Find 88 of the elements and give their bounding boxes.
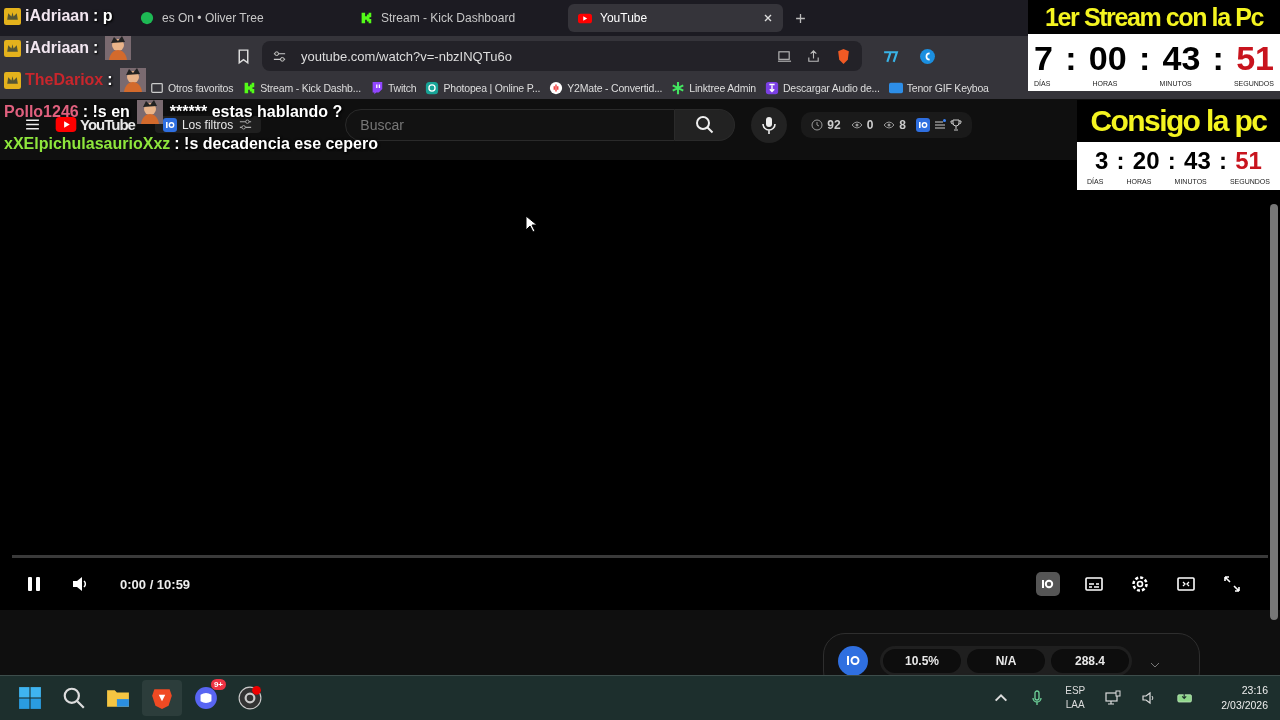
colon-separator: : — [1212, 38, 1224, 79]
bookmark[interactable]: Y2Mate - Convertid... — [549, 80, 663, 95]
countdown-value: 7 — [1034, 38, 1053, 79]
chat-message: : p — [93, 7, 113, 25]
iq-icon — [162, 117, 177, 132]
share-icon[interactable] — [806, 48, 821, 64]
bookmark[interactable]: Descargar Audio de... — [764, 80, 880, 95]
chat-username: xXElpichulasaurioXxz — [4, 135, 171, 153]
timer-title: Consigo la pc — [1089, 103, 1268, 139]
scrollbar[interactable] — [1270, 204, 1278, 620]
language-indicator[interactable]: ESP LAA — [1065, 684, 1086, 712]
sliders-icon — [238, 117, 254, 132]
bookmark[interactable]: Otros favoritos — [150, 80, 234, 95]
timer-title: 1er Stream con la Pc — [1044, 2, 1265, 33]
browser-tab[interactable]: es On • Oliver Tree — [130, 4, 345, 32]
iq-button[interactable] — [1036, 572, 1060, 596]
folder-icon — [150, 80, 164, 95]
browser-tab[interactable]: Stream - Kick Dashboard — [349, 4, 564, 32]
chat-username: Pollo1246 — [4, 103, 79, 121]
bookmark[interactable]: Tenor GIF Keyboa — [888, 80, 989, 95]
install-icon[interactable] — [777, 48, 792, 64]
bookmark[interactable]: Twitch — [369, 80, 417, 95]
subtitles-icon — [1084, 574, 1104, 594]
clock[interactable]: 23:16 2/03/2026 — [1221, 683, 1268, 713]
eye-icon — [883, 118, 896, 131]
youtube-icon — [578, 11, 592, 25]
chat-username: iAdriaan — [25, 7, 89, 25]
countdown-value: 00 — [1088, 38, 1127, 79]
colon-separator: : — [1065, 38, 1077, 79]
chat-username: TheDariox — [25, 71, 104, 89]
browser-tab[interactable]: YouTube — [568, 4, 783, 32]
countdown-value: 51 — [1235, 146, 1262, 176]
stat-count: 92 — [827, 117, 841, 132]
time-display: 0:00 / 10:59 — [120, 576, 191, 592]
plus-icon[interactable] — [795, 12, 806, 24]
colon-separator: : — [1116, 146, 1125, 176]
clock-icon — [811, 118, 824, 131]
address-bar[interactable]: youtube.com/watch?v=-nbzINQTu6o — [262, 41, 862, 71]
search-button[interactable] — [675, 108, 736, 141]
microphone-button[interactable] — [751, 106, 788, 143]
countdown-value: 51 — [1236, 38, 1274, 79]
iq-icon[interactable] — [838, 646, 868, 675]
countdown-value: 43 — [1162, 38, 1201, 79]
metric-pill: N/A — [967, 649, 1045, 673]
countdown-value: 20 — [1132, 146, 1160, 176]
menu-icon[interactable] — [24, 116, 41, 133]
youtube-icon — [55, 117, 77, 132]
list-icon[interactable] — [934, 118, 947, 131]
search-icon — [694, 114, 715, 135]
colon-separator: : — [1219, 146, 1227, 176]
bookmark[interactable]: Stream - Kick Dashb... — [242, 80, 361, 95]
settings-icon — [1130, 574, 1150, 594]
countdown-value: 3 — [1095, 146, 1109, 176]
eye-icon — [850, 118, 863, 131]
chat-app-icon[interactable] — [194, 686, 218, 710]
chevron-icon[interactable] — [1150, 662, 1160, 668]
countdown-value: 43 — [1184, 146, 1211, 176]
stat-count: 8 — [899, 117, 907, 132]
gif-icon — [888, 80, 903, 95]
metric-pill: 10.5% — [883, 649, 961, 673]
close-icon[interactable] — [763, 13, 773, 23]
network-icon[interactable] — [1105, 690, 1122, 706]
fullscreen-icon — [1222, 574, 1242, 594]
filter-button[interactable]: Los filtros — [154, 116, 262, 133]
chat-message: : — [107, 71, 113, 89]
stat-count: 0 — [866, 117, 874, 132]
bookmark[interactable]: Photopea | Online P... — [425, 80, 541, 95]
windows-icon[interactable] — [18, 686, 42, 710]
search-field[interactable]: Buscar — [345, 108, 676, 141]
shield-icon[interactable] — [835, 47, 852, 65]
colon-separator: : — [1138, 38, 1151, 79]
colon-separator: : — [1167, 146, 1176, 176]
recorder-icon[interactable] — [238, 686, 262, 710]
theater-icon — [1176, 574, 1196, 594]
cursor-icon — [525, 215, 537, 233]
trophy-icon[interactable] — [950, 118, 963, 131]
search-icon[interactable] — [62, 686, 86, 710]
notification-badge: 9+ — [210, 679, 226, 690]
chat-message: : — [93, 39, 99, 57]
music-icon — [140, 11, 154, 25]
asterisk-icon — [671, 80, 686, 95]
bookmark[interactable]: Linktree Admin — [671, 80, 756, 95]
extension-icon[interactable] — [919, 47, 936, 65]
chat-username: iAdriaan — [25, 39, 89, 57]
iq-icon[interactable] — [916, 117, 931, 132]
metric-pill: 288.4 — [1051, 649, 1129, 673]
download-icon — [764, 80, 779, 95]
sliders-icon[interactable] — [272, 48, 287, 64]
